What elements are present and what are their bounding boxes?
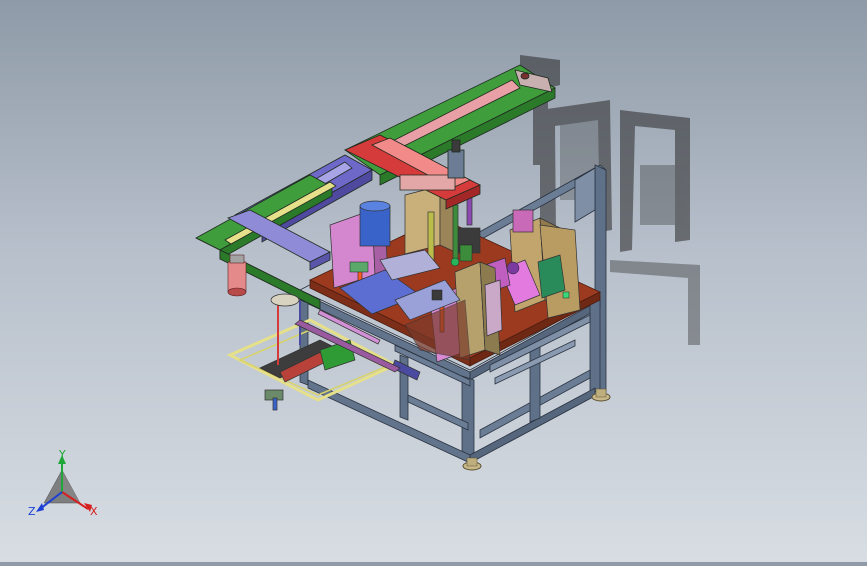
machine-assembly-model[interactable]: Y X Z [0,0,867,562]
cad-viewport[interactable]: Y X Z [0,0,867,562]
x-axis-label: X [90,505,98,518]
axis-triad: Y X Z [28,448,98,518]
y-axis-label: Y [58,448,66,461]
z-axis-label: Z [28,505,36,518]
hanging-cylinder [227,254,247,297]
